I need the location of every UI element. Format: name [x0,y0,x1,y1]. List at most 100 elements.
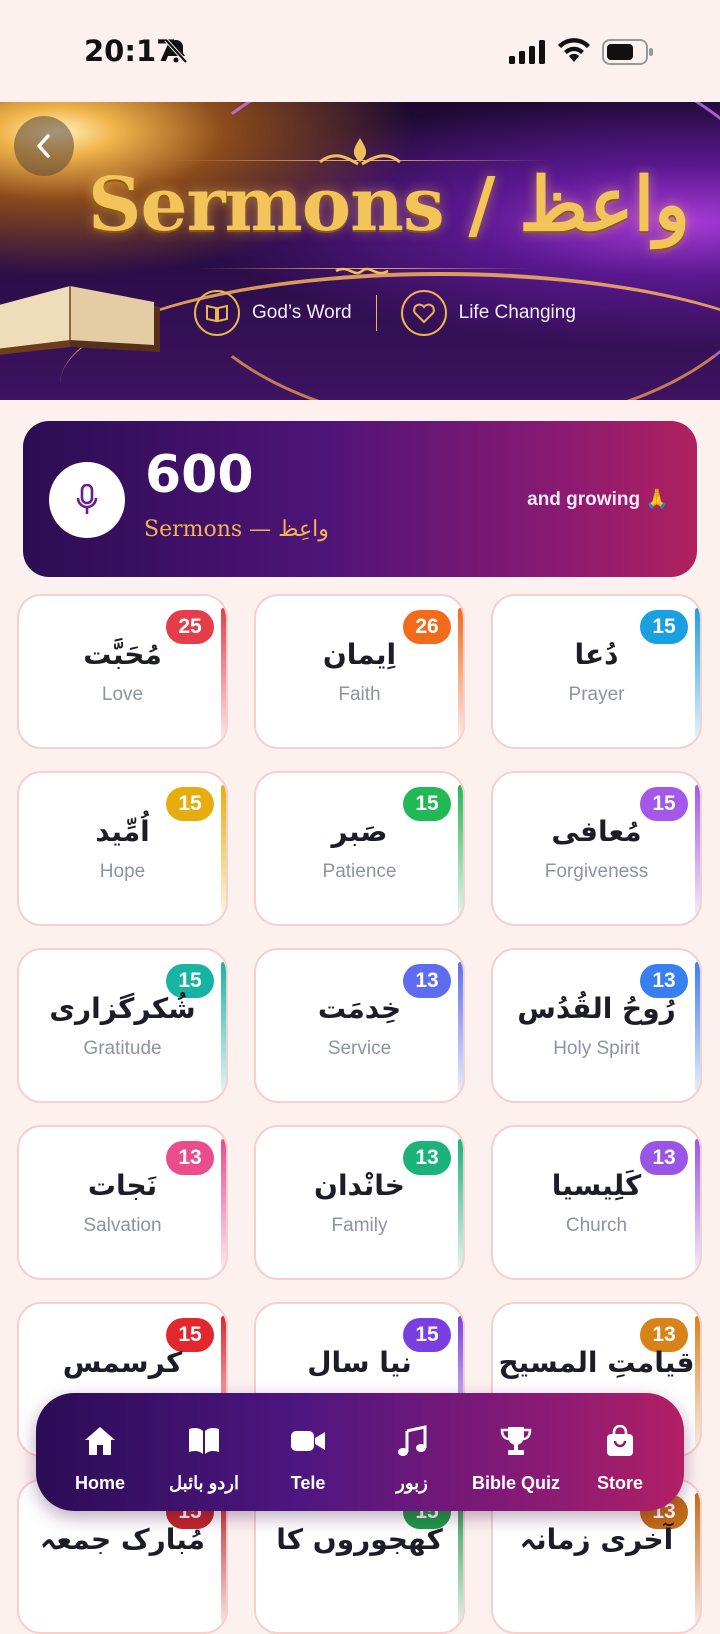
sermon-count-card: 600 Sermons — واعِظ and growing 🙏 [23,421,697,577]
category-english-title: Faith [338,684,381,705]
category-english-title: Service [327,1038,392,1059]
category-accent-bar [695,785,700,915]
category-accent-bar [695,962,700,1092]
ornament-icon [335,267,389,275]
category-english-title: Patience [322,861,397,882]
category-card[interactable]: 25 مُحَبَّت Love [17,594,228,749]
category-accent-bar [458,962,463,1092]
category-card[interactable]: 13 کَلِیسیا Church [491,1125,702,1280]
category-accent-bar [695,1139,700,1269]
category-urdu-title: صَبر [331,815,388,848]
battery-icon [602,39,653,65]
status-time: 20:17 [84,34,177,68]
category-card[interactable]: 15 اُمِّید Hope [17,771,228,926]
home-icon [85,1427,115,1455]
category-accent-bar [221,608,226,738]
category-urdu-title: مُعافی [551,815,642,848]
category-card[interactable]: 15 صَبر Patience [254,771,465,926]
category-english-title: Family [331,1215,388,1236]
category-urdu-title: اُمِّید [95,815,150,848]
category-urdu-title: شُکرگزاری [49,992,196,1025]
category-urdu-title: اِیمان [322,638,397,671]
sermon-count: 600 [145,445,254,505]
chevron-left-icon [37,134,50,158]
nav-label: Tele [290,1473,326,1493]
category-card[interactable]: 13 رُوحُ القُدُس Holy Spirit [491,948,702,1103]
category-english-title: Gratitude [83,1038,162,1059]
category-urdu-title: کرسمس [62,1346,183,1379]
banner-rule [170,160,550,161]
category-card[interactable]: 26 اِیمان Faith [254,594,465,749]
category-card[interactable]: 15 دُعا Prayer [491,594,702,749]
nav-label: Store [596,1473,643,1493]
nav-tele[interactable]: Tele [256,1423,360,1494]
category-urdu-title: کَلِیسیا [551,1169,642,1202]
open-bible-image [0,286,160,355]
category-accent-bar [458,608,463,738]
category-urdu-title: دُعا [574,638,619,671]
growing-label: and growing 🙏 [527,489,669,510]
category-card[interactable]: 15 مُعافی Forgiveness [491,771,702,926]
nav-home[interactable]: Home [48,1423,152,1494]
category-accent-bar [458,1139,463,1269]
category-accent-bar [221,962,226,1092]
category-english-title: Love [101,684,144,705]
nav-label: Home [74,1473,125,1493]
category-accent-bar [458,1493,463,1623]
microphone-icon [49,462,125,538]
category-card[interactable]: 13 نَجات Salvation [17,1125,228,1280]
video-icon [291,1431,325,1451]
divider [375,295,377,331]
category-urdu-title: نَجات [87,1169,158,1202]
category-urdu-title: نیا سال [307,1346,412,1379]
nav-zaboor[interactable]: زبور [360,1423,464,1494]
wifi-icon [558,38,590,62]
category-card[interactable]: 13 خِدمَت Service [254,948,465,1103]
category-urdu-title: رُوحُ القُدُس [517,992,676,1025]
category-accent-bar [695,1316,700,1446]
category-accent-bar [458,785,463,915]
sermons-banner: Sermons / واعظ God’s Word Life Changing [0,102,720,400]
heart-icon [400,290,447,336]
category-urdu-title: خِدمَت [317,992,402,1025]
banner-tags: God’s Word Life Changing [194,290,576,336]
bell-muted-icon [164,38,188,64]
category-urdu-title: خانْدان [314,1169,405,1202]
sermon-count-label: Sermons — واعِظ [144,517,329,542]
category-english-title: Hope [99,861,146,882]
category-card[interactable]: 15 شُکرگزاری Gratitude [17,948,228,1103]
category-urdu-title: کھجوروں کا [276,1523,443,1556]
banner-tag-gods-word: God’s Word [252,302,352,323]
category-urdu-title: مُحَبَّت [83,638,162,671]
book-icon [189,1427,219,1454]
category-accent-bar [695,1493,700,1623]
nav-label: زبور [396,1473,428,1493]
category-english-title: Forgiveness [544,861,649,882]
category-urdu-title: آخری زمانہ [519,1523,674,1556]
signal-icon [509,40,545,64]
nav-store[interactable]: Store [568,1423,672,1494]
category-english-title: Church [565,1215,628,1236]
category-urdu-title: قیامتِ المسیح [498,1346,695,1379]
category-english-title: Prayer [568,684,625,705]
nav-urdu-bible[interactable]: اردو بائبل [152,1423,256,1494]
banner-title: Sermons / واعظ [88,162,691,248]
nav-label: اردو بائبل [169,1473,239,1493]
back-button[interactable] [14,116,74,176]
category-accent-bar [221,1139,226,1269]
music-icon [398,1425,427,1456]
category-accent-bar [221,1493,226,1623]
category-card[interactable]: 13 خانْدان Family [254,1125,465,1280]
category-accent-bar [221,785,226,915]
nav-label: Bible Quiz [471,1473,560,1493]
nav-bible-quiz[interactable]: Bible Quiz [464,1423,568,1494]
shopping-bag-icon [607,1425,633,1456]
category-english-title: Holy Spirit [553,1038,640,1059]
category-accent-bar [695,608,700,738]
category-english-title: Salvation [83,1215,162,1236]
trophy-icon [500,1427,532,1455]
status-bar: 20:17 [0,0,720,102]
banner-tag-life-changing: Life Changing [458,302,576,323]
bottom-navigation: Home اردو بائبل Tele زبور Bible Quiz Sto… [36,1393,684,1511]
book-icon [194,290,240,336]
